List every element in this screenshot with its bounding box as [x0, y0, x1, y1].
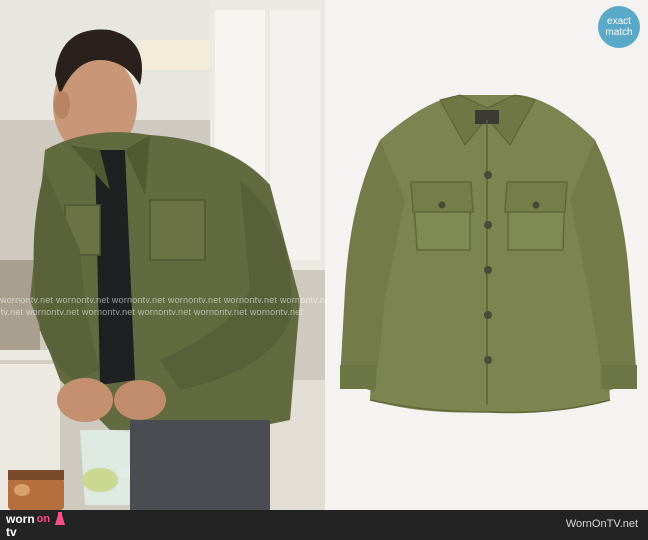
dress-icon: [54, 512, 66, 527]
logo-row-bottom: tv: [6, 525, 66, 539]
scene-illustration: [0, 0, 325, 510]
logo-word-on: on: [36, 513, 51, 525]
logo-word-worn: worn: [6, 512, 35, 526]
exact-match-badge: exact match: [598, 6, 640, 48]
badge-line-2: match: [605, 27, 633, 38]
footer-bar: [0, 510, 648, 540]
page: wornontv.net wornontv.net wornontv.net w…: [0, 0, 648, 540]
site-logo[interactable]: worn on tv: [6, 512, 66, 538]
product-photo: [325, 0, 648, 510]
logo-word-tv: tv: [6, 525, 17, 539]
scene-photo: [0, 0, 325, 510]
site-url[interactable]: WornOnTV.net: [566, 518, 638, 530]
product-illustration: [325, 0, 648, 510]
badge-line-1: exact: [607, 16, 631, 27]
